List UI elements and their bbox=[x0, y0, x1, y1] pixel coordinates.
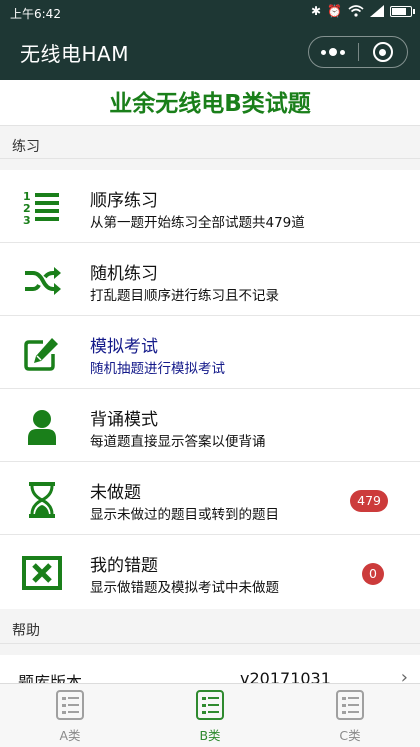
item-description: 显示做错题及模拟考试中未做题 bbox=[90, 580, 279, 596]
more-menu-button[interactable] bbox=[309, 36, 358, 68]
tab-label: A类 bbox=[59, 728, 81, 743]
tab-bar: A类 B类 C类 bbox=[0, 683, 420, 747]
mini-program-capsule bbox=[308, 36, 408, 68]
list-doc-icon bbox=[56, 690, 84, 720]
shuffle-icon bbox=[22, 261, 62, 301]
tab-class-b[interactable]: B类 bbox=[140, 684, 280, 747]
item-description: 显示未做过的题目或转到的题目 bbox=[90, 507, 279, 523]
close-mini-program-button[interactable] bbox=[358, 36, 407, 68]
item-description: 每道题直接显示答案以便背诵 bbox=[90, 434, 266, 450]
practice-list: 1 2 3 顺序练习 从第一题开始练习全部试题共479道 随机练习 打乱题目顺序… bbox=[0, 170, 420, 611]
error-box-icon bbox=[22, 553, 62, 593]
battery-icon bbox=[390, 5, 415, 17]
more-dot-icon bbox=[321, 49, 327, 55]
more-dot-icon bbox=[340, 49, 346, 55]
person-icon bbox=[22, 407, 62, 447]
item-title: 模拟考试 bbox=[90, 337, 158, 357]
more-dot-icon bbox=[329, 48, 338, 56]
item-description: 随机抽题进行模拟考试 bbox=[90, 361, 225, 377]
section-header-help bbox=[0, 609, 420, 655]
list-item-undone-questions[interactable]: 未做题 显示未做过的题目或转到的题目 479 bbox=[0, 462, 420, 535]
section-label-practice: 练习 bbox=[12, 139, 40, 155]
list-doc-icon bbox=[196, 690, 224, 720]
app-title: 无线电HAM bbox=[20, 42, 129, 66]
signal-icon bbox=[370, 5, 384, 17]
section-header-practice bbox=[0, 126, 420, 170]
tab-class-a[interactable]: A类 bbox=[0, 684, 140, 747]
tab-label: C类 bbox=[339, 728, 361, 743]
list-item-sequential-practice[interactable]: 1 2 3 顺序练习 从第一题开始练习全部试题共479道 bbox=[0, 170, 420, 243]
list-item-recite-mode[interactable]: 背诵模式 每道题直接显示答案以便背诵 bbox=[0, 389, 420, 462]
edit-icon bbox=[22, 334, 62, 374]
item-title: 背诵模式 bbox=[90, 410, 158, 430]
tab-class-c[interactable]: C类 bbox=[280, 684, 420, 747]
list-doc-icon bbox=[336, 690, 364, 720]
section-label-help: 帮助 bbox=[12, 623, 40, 639]
list-item-random-practice[interactable]: 随机练习 打乱题目顺序进行练习且不记录 bbox=[0, 243, 420, 316]
numbered-list-icon: 1 2 3 bbox=[22, 188, 62, 228]
wifi-icon bbox=[348, 5, 364, 17]
target-close-icon bbox=[372, 42, 393, 62]
item-title: 顺序练习 bbox=[90, 191, 158, 211]
undone-count-badge: 479 bbox=[350, 490, 388, 512]
divider bbox=[0, 643, 420, 644]
divider bbox=[0, 158, 420, 159]
hourglass-icon bbox=[22, 480, 62, 520]
status-time: 上午6:42 bbox=[10, 7, 61, 21]
page-title: 业余无线电B类试题 bbox=[109, 91, 311, 117]
item-description: 从第一题开始练习全部试题共479道 bbox=[90, 215, 305, 231]
list-item-wrong-questions[interactable]: 我的错题 显示做错题及模拟考试中未做题 0 bbox=[0, 535, 420, 611]
bluetooth-icon: ✱ bbox=[310, 4, 322, 18]
item-title: 我的错题 bbox=[90, 556, 158, 576]
status-bar: 上午6:42 ✱ ⏰ bbox=[0, 0, 420, 24]
nav-bar: 无线电HAM bbox=[0, 24, 420, 80]
alarm-icon: ⏰ bbox=[327, 4, 342, 18]
tab-label: B类 bbox=[199, 728, 221, 743]
status-icons: ✱ ⏰ bbox=[310, 3, 415, 19]
item-title: 随机练习 bbox=[90, 264, 158, 284]
item-description: 打乱题目顺序进行练习且不记录 bbox=[90, 288, 279, 304]
item-title: 未做题 bbox=[90, 483, 141, 503]
list-item-mock-exam[interactable]: 模拟考试 随机抽题进行模拟考试 bbox=[0, 316, 420, 389]
svg-text:3: 3 bbox=[23, 214, 31, 226]
wrong-count-badge: 0 bbox=[362, 563, 384, 585]
